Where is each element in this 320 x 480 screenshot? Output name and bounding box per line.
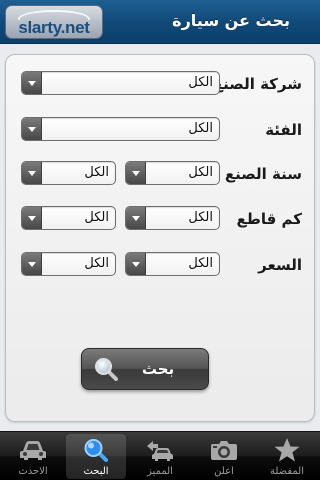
price-from-select[interactable]: الكل bbox=[21, 252, 116, 276]
nav-header: slarty.net بحث عن سيارة bbox=[0, 0, 320, 44]
car-icon bbox=[20, 441, 46, 460]
tab-bar: الاحدث البحث المميز اعلن المفضلة bbox=[0, 431, 320, 480]
tab-latest[interactable]: الاحدث bbox=[3, 434, 63, 479]
dropdown-arrow-icon bbox=[22, 253, 42, 275]
tab-favorites[interactable]: المفضلة bbox=[257, 434, 317, 479]
featured-car-icon bbox=[147, 441, 173, 461]
tab-advertise-label: اعلن bbox=[214, 466, 234, 477]
search-form-panel: شركة الصنع الكل الفئة الكل سنة الصنع الك… bbox=[5, 54, 315, 422]
mileage-to-select[interactable]: الكل bbox=[125, 206, 220, 230]
search-icon bbox=[84, 439, 108, 462]
price-from-value: الكل bbox=[84, 256, 109, 271]
dropdown-arrow-icon bbox=[126, 253, 146, 275]
dropdown-arrow-icon bbox=[22, 72, 42, 94]
tab-featured-label: المميز bbox=[147, 466, 173, 477]
dropdown-arrow-icon bbox=[126, 162, 146, 184]
mileage-from-select[interactable]: الكل bbox=[21, 206, 116, 230]
dropdown-arrow-icon bbox=[126, 207, 146, 229]
mileage-to-value: الكل bbox=[188, 210, 213, 225]
category-select[interactable]: الكل bbox=[21, 117, 220, 141]
magnifier-icon bbox=[95, 358, 118, 381]
year-from-select[interactable]: الكل bbox=[21, 161, 116, 185]
search-button-label: بحث bbox=[141, 360, 175, 378]
category-value: الكل bbox=[188, 121, 213, 136]
tab-latest-label: الاحدث bbox=[18, 466, 48, 477]
manufacturer-select[interactable]: الكل bbox=[21, 71, 220, 95]
dropdown-arrow-icon bbox=[22, 118, 42, 140]
year-from-value: الكل bbox=[84, 165, 109, 180]
price-to-select[interactable]: الكل bbox=[125, 252, 220, 276]
site-logo[interactable]: slarty.net bbox=[5, 5, 103, 39]
price-to-value: الكل bbox=[188, 256, 213, 271]
tab-search-label: البحث bbox=[83, 466, 109, 477]
dropdown-arrow-icon bbox=[22, 207, 42, 229]
mileage-from-value: الكل bbox=[84, 210, 109, 225]
tab-advertise[interactable]: اعلن bbox=[194, 434, 254, 479]
logo-text: slarty.net bbox=[18, 18, 90, 37]
dropdown-arrow-icon bbox=[22, 162, 42, 184]
year-to-select[interactable]: الكل bbox=[125, 161, 220, 185]
tab-featured[interactable]: المميز bbox=[130, 434, 190, 479]
tab-search[interactable]: البحث bbox=[66, 434, 126, 479]
year-to-value: الكل bbox=[188, 165, 213, 180]
search-button[interactable]: بحث bbox=[81, 348, 209, 390]
manufacturer-value: الكل bbox=[188, 75, 213, 90]
page-title: بحث عن سيارة bbox=[172, 11, 290, 30]
tab-favorites-label: المفضلة bbox=[269, 466, 304, 477]
camera-icon bbox=[211, 441, 237, 460]
star-icon bbox=[274, 438, 300, 462]
